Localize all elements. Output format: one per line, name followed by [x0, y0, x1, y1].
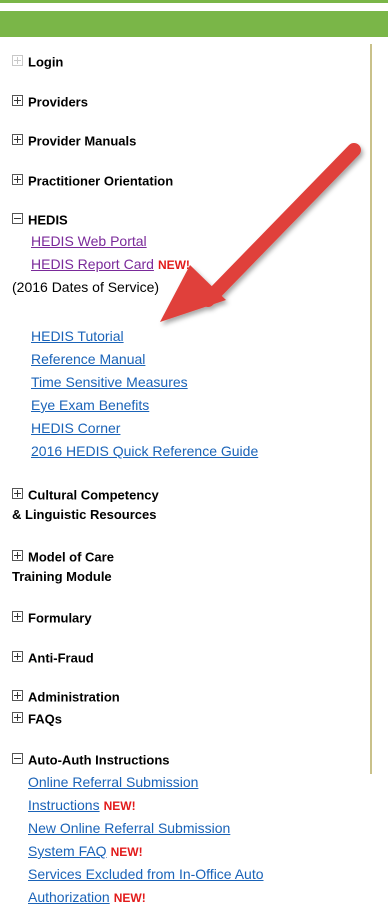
plus-box-icon: [12, 488, 23, 500]
link-services-excluded-line2[interactable]: Authorization NEW!: [28, 889, 146, 905]
link-hedis-report-card[interactable]: HEDIS Report Card NEW!: [31, 256, 190, 272]
plus-box-icon: [12, 611, 23, 623]
nav-item-faqs[interactable]: FAQs: [12, 710, 62, 728]
new-badge: NEW!: [113, 891, 146, 905]
header-top-line: [0, 0, 388, 3]
plus-box-icon: [12, 55, 23, 67]
link-hedis-corner[interactable]: HEDIS Corner: [31, 420, 120, 436]
header-green-bar: [0, 11, 388, 37]
plus-box-icon: [12, 134, 23, 146]
nav-item-provider-manuals[interactable]: Provider Manuals: [12, 132, 136, 150]
minus-box-icon: [12, 213, 23, 225]
link-label: Authorization: [28, 889, 110, 905]
nav-item-anti-fraud[interactable]: Anti-Fraud: [12, 649, 94, 667]
plus-box-icon: [12, 651, 23, 663]
new-badge: NEW!: [157, 258, 190, 272]
link-services-excluded[interactable]: Services Excluded from In-Office Auto: [28, 866, 264, 882]
sidebar-divider: [370, 44, 372, 774]
link-eye-exam-benefits[interactable]: Eye Exam Benefits: [31, 397, 149, 413]
minus-box-icon: [12, 753, 23, 765]
link-label: System FAQ: [28, 843, 107, 859]
link-reference-manual[interactable]: Reference Manual: [31, 351, 145, 367]
link-hedis-quick-reference-guide[interactable]: 2016 HEDIS Quick Reference Guide: [31, 443, 258, 459]
hedis-dates-note: (2016 Dates of Service): [12, 279, 160, 295]
nav-item-auto-auth-instructions[interactable]: Auto-Auth Instructions: [12, 751, 170, 769]
nav-item-providers[interactable]: Providers: [12, 93, 88, 111]
plus-box-icon: [12, 712, 23, 724]
plus-box-icon: [12, 690, 23, 702]
plus-box-icon: [12, 550, 23, 562]
nav-item-model-of-care-line2: Training Module: [12, 569, 112, 584]
nav-item-model-of-care[interactable]: Model of Care: [12, 548, 114, 566]
nav-item-cultural-competency[interactable]: Cultural Competency: [12, 486, 159, 504]
link-new-online-referral-submission[interactable]: New Online Referral Submission: [28, 820, 230, 836]
link-label: Instructions: [28, 797, 100, 813]
nav-item-administration[interactable]: Administration: [12, 688, 120, 706]
plus-box-icon: [12, 174, 23, 186]
plus-box-icon: [12, 95, 23, 107]
nav-item-hedis[interactable]: HEDIS: [12, 211, 68, 229]
nav-item-cultural-competency-line2: & Linguistic Resources: [12, 507, 157, 522]
link-system-faq[interactable]: System FAQ NEW!: [28, 843, 143, 859]
link-time-sensitive-measures[interactable]: Time Sensitive Measures: [31, 374, 188, 390]
nav-item-practitioner-orientation[interactable]: Practitioner Orientation: [12, 172, 173, 190]
link-label: HEDIS Report Card: [31, 256, 154, 272]
new-badge: NEW!: [110, 845, 143, 859]
link-instructions[interactable]: Instructions NEW!: [28, 797, 136, 813]
link-hedis-tutorial[interactable]: HEDIS Tutorial: [31, 328, 124, 344]
arrow-head: [160, 265, 226, 322]
nav-item-formulary[interactable]: Formulary: [12, 609, 92, 627]
nav-item-login[interactable]: Login: [12, 53, 63, 71]
link-hedis-web-portal[interactable]: HEDIS Web Portal: [31, 233, 147, 249]
arrow-shaft: [201, 143, 361, 307]
new-badge: NEW!: [103, 799, 136, 813]
link-online-referral-submission[interactable]: Online Referral Submission: [28, 774, 198, 790]
